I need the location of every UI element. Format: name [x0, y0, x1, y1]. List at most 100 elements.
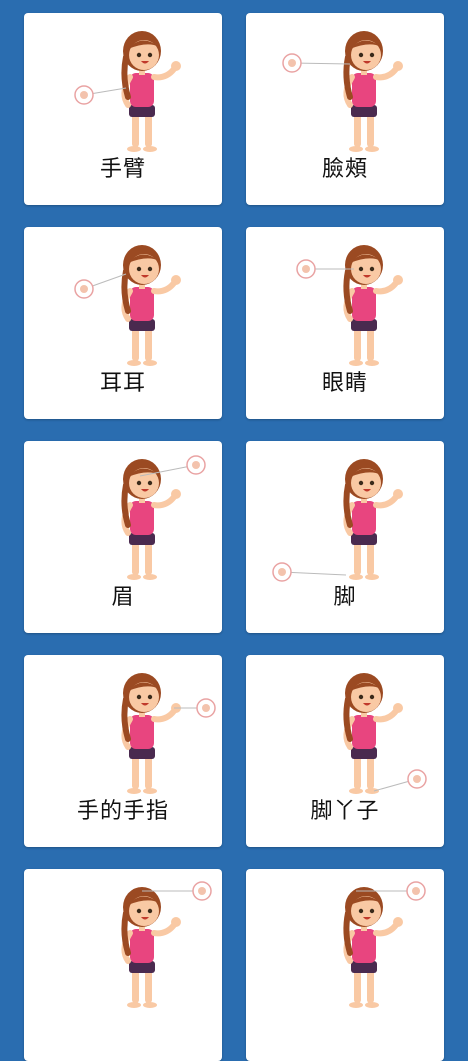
- raised-hand: [393, 489, 403, 499]
- card-finger[interactable]: 手的手指: [24, 655, 222, 847]
- left-foot: [127, 1002, 141, 1008]
- shirt: [130, 715, 154, 749]
- flashcard-grid: 手臂 臉頰 耳耳 眼睛 眉 脚 手的手指 脚丫子: [0, 0, 468, 1061]
- braid: [121, 54, 131, 100]
- right-leg: [367, 969, 374, 1003]
- card-cheek[interactable]: 臉頰: [246, 13, 444, 205]
- right-arm: [373, 708, 399, 723]
- right-arm: [151, 708, 177, 723]
- card-eye[interactable]: 眼睛: [246, 227, 444, 419]
- callout-detail: [80, 285, 88, 293]
- card-label: 耳耳: [99, 371, 146, 396]
- card-partial-right[interactable]: [246, 869, 444, 1061]
- card-ear[interactable]: 耳耳: [24, 227, 222, 419]
- left-leg: [132, 969, 139, 1003]
- left-leg: [354, 969, 361, 1003]
- right-leg: [367, 541, 374, 575]
- right-arm: [151, 280, 177, 295]
- card-label: 手的手指: [76, 799, 169, 824]
- card-eyebrow[interactable]: 眉: [24, 441, 222, 633]
- shirt: [130, 929, 154, 963]
- card-partial-left[interactable]: [24, 869, 222, 1061]
- left-eye: [358, 266, 364, 272]
- left-leg: [354, 327, 361, 361]
- callout-detail: [202, 704, 210, 712]
- raised-hand: [393, 917, 403, 927]
- girl-figure: [121, 459, 181, 580]
- shirt: [130, 73, 154, 107]
- right-arm: [151, 922, 177, 937]
- braid: [121, 910, 131, 956]
- callout-detail: [80, 91, 88, 99]
- right-eye: [369, 266, 375, 272]
- braid: [121, 696, 131, 742]
- right-leg: [367, 755, 374, 789]
- right-eye: [147, 694, 153, 700]
- right-leg: [367, 113, 374, 147]
- left-eye: [358, 694, 364, 700]
- raised-hand: [171, 489, 181, 499]
- card-toe[interactable]: 脚丫子: [246, 655, 444, 847]
- right-eye: [147, 266, 153, 272]
- braid: [121, 268, 131, 314]
- girl-figure: [343, 245, 403, 366]
- left-leg: [354, 541, 361, 575]
- shirt: [352, 929, 376, 963]
- right-eye: [147, 908, 153, 914]
- right-arm: [151, 494, 177, 509]
- left-leg: [354, 755, 361, 789]
- card-label: 脚: [333, 585, 357, 610]
- card-foot[interactable]: 脚: [246, 441, 444, 633]
- right-arm: [373, 922, 399, 937]
- raised-hand: [393, 61, 403, 71]
- right-leg: [145, 327, 152, 361]
- braid: [343, 54, 353, 100]
- left-eye: [358, 52, 364, 58]
- right-arm: [373, 280, 399, 295]
- raised-hand: [393, 275, 403, 285]
- right-foot: [143, 1002, 157, 1008]
- braid: [343, 268, 353, 314]
- card-label: 眼睛: [321, 371, 368, 396]
- left-eye: [136, 266, 142, 272]
- shirt: [352, 715, 376, 749]
- raised-hand: [171, 275, 181, 285]
- right-arm: [373, 494, 399, 509]
- girl-figure: [343, 673, 403, 794]
- girl-figure: [343, 887, 403, 1008]
- girl-hair-illustration: [343, 881, 426, 1008]
- left-leg: [132, 327, 139, 361]
- callout-detail: [413, 775, 421, 783]
- right-leg: [367, 327, 374, 361]
- left-leg: [354, 113, 361, 147]
- left-eye: [136, 52, 142, 58]
- right-arm: [373, 66, 399, 81]
- left-eye: [358, 480, 364, 486]
- left-eye: [136, 694, 142, 700]
- callout-detail: [288, 59, 296, 67]
- raised-hand: [171, 917, 181, 927]
- raised-hand: [393, 703, 403, 713]
- girl-figure: [121, 245, 181, 366]
- raised-hand: [171, 61, 181, 71]
- girl-figure: [121, 887, 181, 1008]
- right-eye: [147, 52, 153, 58]
- right-eye: [369, 908, 375, 914]
- braid: [343, 910, 353, 956]
- card-label: 手臂: [99, 157, 146, 182]
- left-foot: [349, 1002, 363, 1008]
- left-leg: [132, 755, 139, 789]
- right-leg: [145, 113, 152, 147]
- girl-mouth-illustration: [121, 881, 212, 1008]
- callout-detail: [278, 568, 286, 576]
- card-arm[interactable]: 手臂: [24, 13, 222, 205]
- card-label: 眉: [111, 585, 135, 610]
- shirt: [352, 73, 376, 107]
- shirt: [130, 501, 154, 535]
- right-leg: [145, 755, 152, 789]
- shirt: [130, 287, 154, 321]
- right-foot: [365, 1002, 379, 1008]
- right-eye: [369, 694, 375, 700]
- right-eye: [369, 52, 375, 58]
- callout-detail: [198, 887, 206, 895]
